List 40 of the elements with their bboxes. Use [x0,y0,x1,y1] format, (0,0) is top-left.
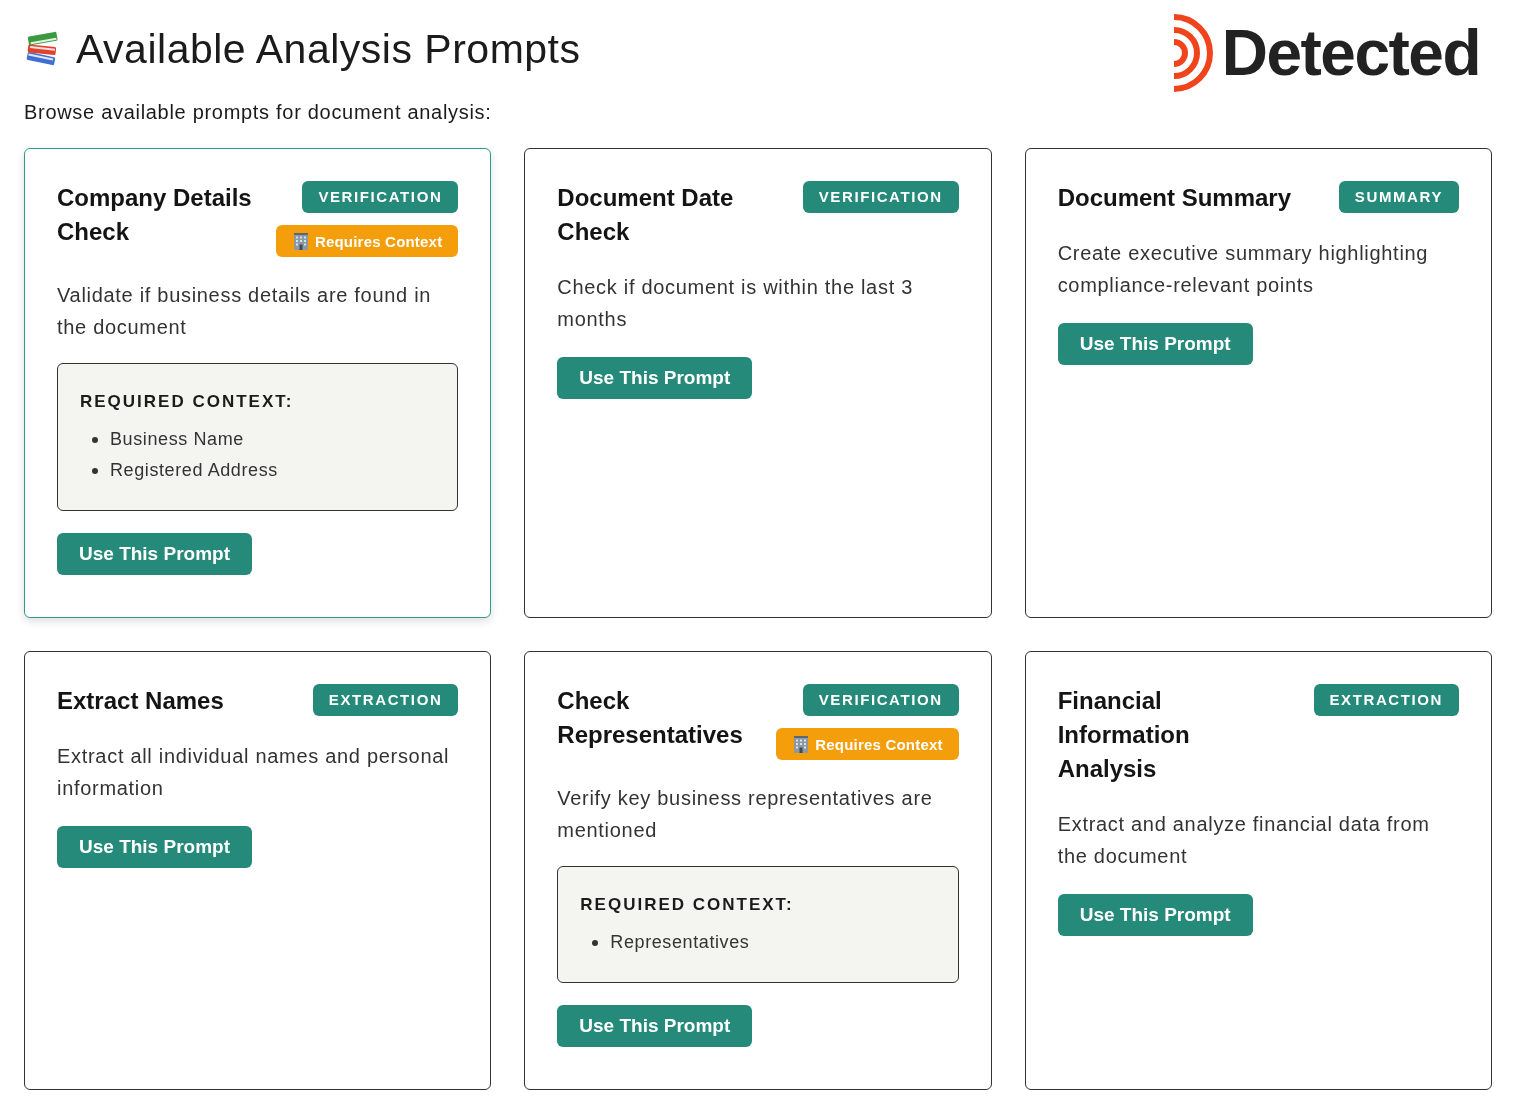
intro-text: Browse available prompts for document analysis: [24,100,493,125]
prompt-title: Company Details Check [57,183,253,247]
context-item: Representatives [610,932,750,953]
use-prompt-button[interactable]: Use This Prompt [1057,894,1253,936]
office-building-icon [291,232,310,250]
context-item: Business Name [110,429,244,450]
prompt-title: Check Representatives [557,686,744,750]
bullet-icon [592,939,599,946]
category-badge: VERIFICATION [802,684,959,716]
category-badge: EXTRACTION [312,684,459,716]
category-badge: EXTRACTION [1313,684,1459,716]
prompt-title: Extract Names [57,686,225,716]
context-item: Registered Address [110,460,278,481]
prompt-title: Financial Information Analysis [1057,686,1191,784]
required-context-heading: REQUIRED CONTEXT: [580,894,795,916]
use-prompt-button[interactable]: Use This Prompt [57,533,252,575]
category-badge: VERIFICATION [802,181,959,213]
prompt-description: Extract all individual names and personal information [57,744,451,801]
prompt-title: Document Date Check [557,183,735,247]
prompt-description: Check if document is within the last 3 months [557,275,914,332]
logo-wordmark: Detected [1221,18,1480,88]
page-title: Available Analysis Prompts [76,26,581,72]
office-building-icon [792,735,811,753]
use-prompt-button[interactable]: Use This Prompt [1057,323,1253,365]
required-context-heading: REQUIRED CONTEXT: [80,391,295,413]
bullet-icon [92,436,98,443]
prompt-description: Create executive summary highlighting compliance-relevant points [1057,241,1430,298]
bullet-icon [92,467,98,474]
use-prompt-button[interactable]: Use This Prompt [557,1005,753,1047]
prompt-title: Document Summary [1057,183,1293,213]
prompt-description: Validate if business details are found in the document [57,283,433,340]
category-badge: SUMMARY [1338,181,1459,213]
requires-context-badge: Requires Context [275,225,459,257]
signal-waves-icon [1173,14,1214,92]
prompt-description: Verify key business representatives are mentioned [557,786,934,843]
category-badge: VERIFICATION [302,181,459,213]
requires-context-badge: Requires Context [776,728,959,760]
use-prompt-button[interactable]: Use This Prompt [57,826,252,868]
use-prompt-button[interactable]: Use This Prompt [557,357,753,399]
prompt-description: Extract and analyze financial data from the document [1057,812,1431,869]
